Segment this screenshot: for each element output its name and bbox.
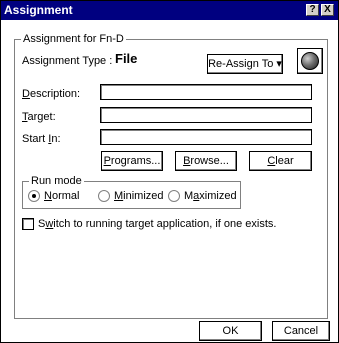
radio-minimized[interactable] — [98, 190, 110, 202]
reassign-dropdown-button[interactable]: Re-Assign To ▾ — [207, 54, 283, 74]
description-input[interactable] — [100, 84, 312, 100]
clear-button[interactable]: Clear — [249, 151, 312, 171]
title-bar[interactable]: Assignment ? X — [1, 1, 338, 20]
description-label: Description: — [22, 88, 81, 100]
close-icon: X — [324, 4, 331, 15]
switch-running-label[interactable]: Switch to running target application, if… — [38, 217, 276, 231]
help-icon: ? — [309, 4, 316, 15]
start-in-label: Start In: — [22, 133, 61, 145]
radio-maximized-label[interactable]: Maximized — [184, 189, 237, 203]
radio-maximized[interactable] — [168, 190, 180, 202]
window-title: Assignment — [4, 3, 73, 17]
radio-normal-label[interactable]: Normal — [44, 189, 79, 203]
globe-icon — [301, 52, 319, 70]
start-in-input[interactable] — [100, 129, 312, 145]
cancel-button[interactable]: Cancel — [272, 321, 330, 341]
help-button[interactable]: ? — [306, 4, 319, 16]
radio-minimized-label[interactable]: Minimized — [114, 189, 164, 203]
globe-button[interactable] — [297, 48, 323, 74]
assignment-type-label: Assignment Type : — [22, 55, 113, 67]
switch-running-checkbox[interactable] — [22, 218, 34, 230]
programs-button[interactable]: Programs... — [101, 151, 163, 171]
assignment-type-value: File — [115, 51, 138, 66]
close-button[interactable]: X — [321, 4, 334, 16]
run-mode-title: Run mode — [29, 174, 84, 188]
target-label: Target: — [22, 111, 56, 123]
radio-normal[interactable] — [28, 190, 40, 202]
target-input[interactable] — [100, 107, 312, 123]
assignment-dialog: Assignment ? X Assignment for Fn-D Assig… — [0, 0, 339, 343]
ok-button[interactable]: OK — [199, 321, 262, 341]
browse-button[interactable]: Browse... — [175, 151, 237, 171]
group-title: Assignment for Fn-D — [21, 32, 126, 46]
